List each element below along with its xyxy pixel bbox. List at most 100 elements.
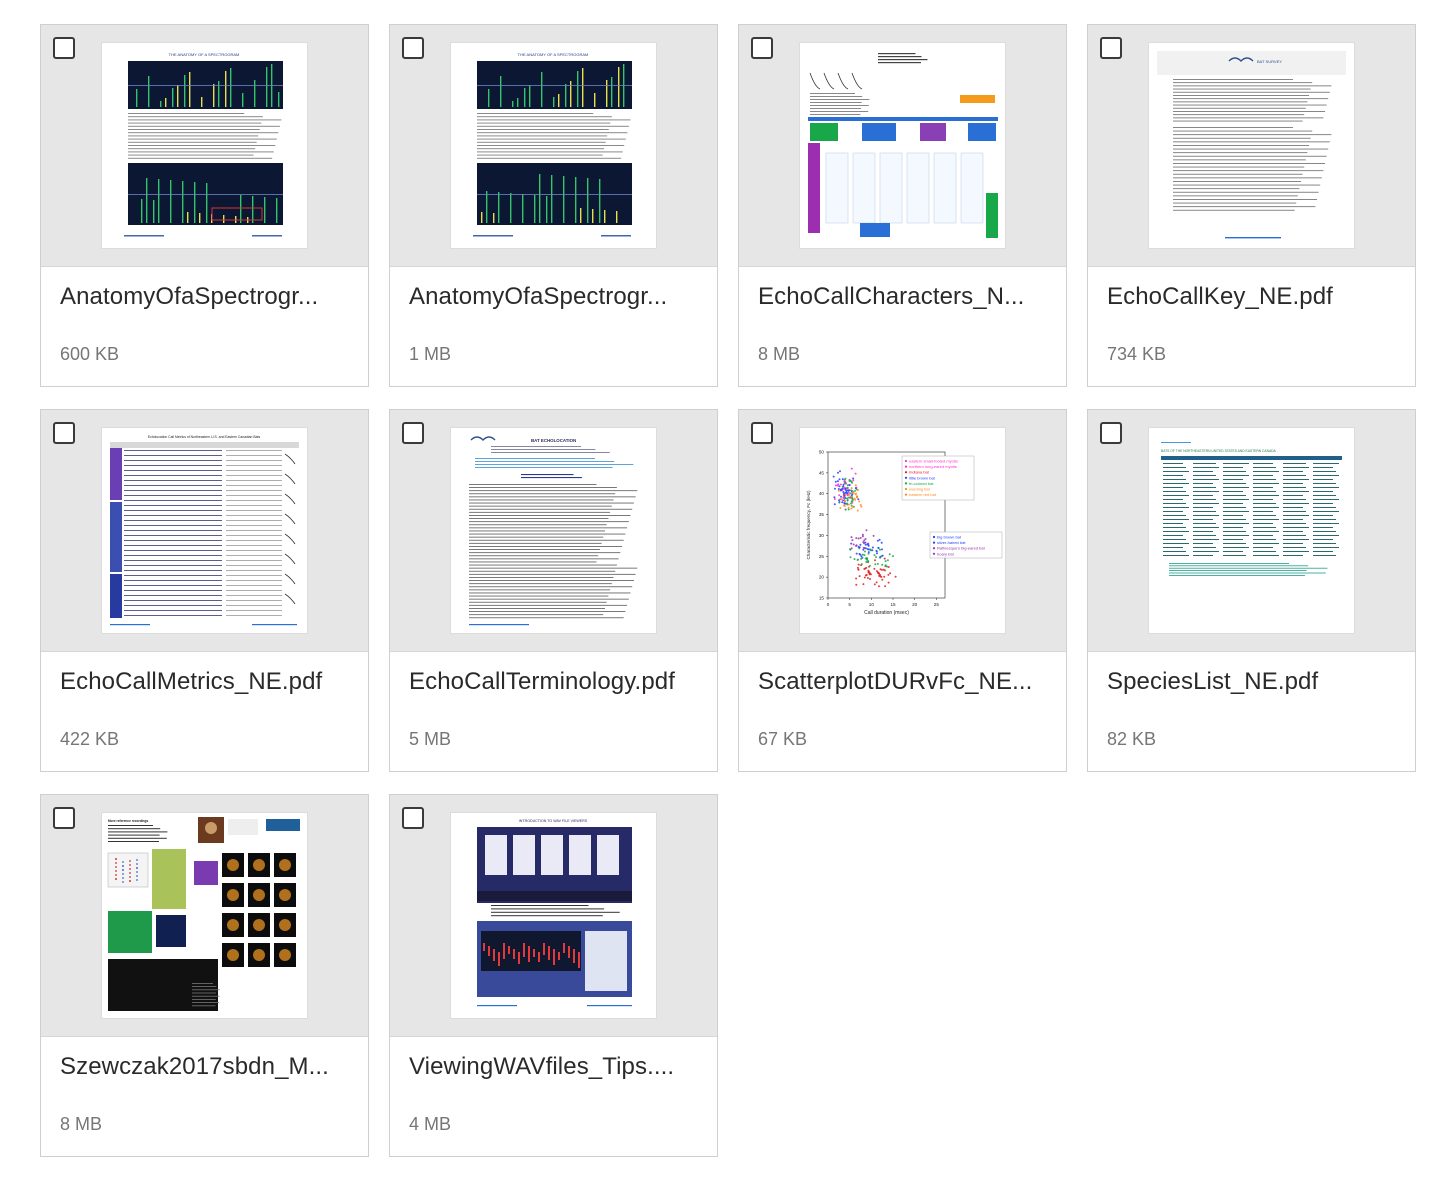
scatter-point xyxy=(843,497,846,500)
svg-text:BAT SURVEY: BAT SURVEY xyxy=(1257,59,1282,64)
select-checkbox[interactable] xyxy=(402,422,424,444)
y-tick-label: 50 xyxy=(819,450,825,455)
scatter-point xyxy=(848,493,851,496)
file-name[interactable]: EchoCallCharacters_N... xyxy=(758,283,1053,311)
scatter-point xyxy=(881,548,883,551)
scatter-point xyxy=(843,504,845,507)
file-preview-area[interactable]: BAT ECHOLOCATION xyxy=(390,410,717,652)
file-name[interactable]: AnatomyOfaSpectrogr... xyxy=(409,283,704,311)
pdf-thumbnail[interactable]: BAT SURVEY xyxy=(1149,43,1354,248)
scatter-point xyxy=(838,478,841,481)
scatter-point xyxy=(859,543,862,546)
scatter-point xyxy=(854,484,857,487)
scatter-point xyxy=(841,487,844,490)
file-name[interactable]: ScatterplotDURvFc_NE... xyxy=(758,668,1053,696)
scatter-point xyxy=(833,498,836,500)
select-checkbox[interactable] xyxy=(1100,422,1122,444)
select-checkbox[interactable] xyxy=(751,422,773,444)
file-size: 67 KB xyxy=(758,729,808,749)
pdf-thumbnail[interactable]: INTRODUCTION TO WAV FILE VIEWERS xyxy=(451,813,656,1018)
file-preview-area[interactable]: Echolocation Call Metrics of Northeaster… xyxy=(41,410,368,652)
legend-entry: eastern small-footed myotis xyxy=(909,459,958,464)
scatter-point xyxy=(875,581,878,584)
select-checkbox[interactable] xyxy=(402,807,424,829)
scatter-point xyxy=(837,489,840,492)
scatter-point xyxy=(880,575,883,578)
file-name[interactable]: Szewczak2017sbdn_M... xyxy=(60,1053,355,1081)
select-checkbox[interactable] xyxy=(53,37,75,59)
scatter-point xyxy=(879,574,882,576)
select-checkbox[interactable] xyxy=(402,37,424,59)
scatter-point xyxy=(888,553,891,556)
scatter-point xyxy=(845,491,848,494)
pdf-thumbnail[interactable]: 15 20 25 30 35 40 45 50 0 5 10 15 20 25 Call duration … xyxy=(800,428,1005,633)
scatter-point xyxy=(855,544,858,547)
scatter-point xyxy=(851,539,854,542)
scatter-point xyxy=(837,488,840,490)
scatter-point xyxy=(849,479,852,482)
y-tick-label: 15 xyxy=(819,596,825,601)
file-preview-area[interactable]: THE ANATOMY OF A SPECTROGRAM xyxy=(390,25,717,267)
file-name[interactable]: EchoCallMetrics_NE.pdf xyxy=(60,668,355,696)
scatter-point xyxy=(840,495,842,498)
file-preview-area[interactable]: INTRODUCTION TO WAV FILE VIEWERS xyxy=(390,795,717,1037)
scatter-point xyxy=(842,491,845,493)
file-card[interactable]: BATS OF THE NORTHEASTERN UNITED STATES A… xyxy=(1087,409,1416,772)
pdf-thumbnail[interactable]: THE ANATOMY OF A SPECTROGRAM xyxy=(102,43,307,248)
scatter-point xyxy=(889,572,892,575)
file-card[interactable]: INTRODUCTION TO WAV FILE VIEWERS ViewingW… xyxy=(389,794,718,1157)
file-name[interactable]: ViewingWAVfiles_Tips.... xyxy=(409,1053,704,1081)
file-preview-area[interactable]: 15 20 25 30 35 40 45 50 0 5 10 15 20 25 Call duration … xyxy=(739,410,1066,652)
scatter-point xyxy=(860,505,863,508)
file-preview-area[interactable]: BATS OF THE NORTHEASTERN UNITED STATES A… xyxy=(1088,410,1415,652)
scatter-point xyxy=(852,479,855,482)
file-name[interactable]: SpeciesList_NE.pdf xyxy=(1107,668,1402,696)
scatter-point xyxy=(867,542,870,545)
file-preview-area[interactable] xyxy=(739,25,1066,267)
file-name[interactable]: EchoCallKey_NE.pdf xyxy=(1107,283,1402,311)
file-preview-area[interactable]: THE ANATOMY OF A SPECTROGRAM xyxy=(41,25,368,267)
scatter-point xyxy=(850,542,853,545)
x-tick-label: 15 xyxy=(890,602,896,607)
pdf-thumbnail[interactable]: BAT ECHOLOCATION xyxy=(451,428,656,633)
pdf-thumbnail[interactable]: BATS OF THE NORTHEASTERN UNITED STATES A… xyxy=(1149,428,1354,633)
svg-text:THE ANATOMY OF A SPECTROGRAM: THE ANATOMY OF A SPECTROGRAM xyxy=(169,52,240,57)
scatter-point xyxy=(872,534,875,537)
file-card[interactable]: EchoCallCharacters_N... 8 MB xyxy=(738,24,1067,387)
scatter-point xyxy=(865,566,868,569)
file-preview-area[interactable]: BAT SURVEY xyxy=(1088,25,1415,267)
scatter-point xyxy=(855,577,858,580)
x-tick-label: 20 xyxy=(912,602,918,607)
scatter-point xyxy=(851,481,854,484)
file-size: 82 KB xyxy=(1107,729,1157,749)
y-tick-label: 25 xyxy=(819,554,825,559)
file-card[interactable]: THE ANATOMY OF A SPECTROGRAM AnatomyOfaSp… xyxy=(389,24,718,387)
scatter-point xyxy=(858,500,861,503)
select-checkbox[interactable] xyxy=(1100,37,1122,59)
scatter-point xyxy=(855,537,858,540)
file-preview-area[interactable]: More reference recordings xyxy=(41,795,368,1037)
scatter-point xyxy=(873,583,876,586)
scatter-point xyxy=(836,480,839,483)
pdf-thumbnail[interactable]: More reference recordings xyxy=(102,813,307,1018)
select-checkbox[interactable] xyxy=(751,37,773,59)
file-card[interactable]: BAT ECHOLOCATION EchoCallTerminology.pdf 5… xyxy=(389,409,718,772)
scatter-point xyxy=(854,493,857,496)
pdf-thumbnail[interactable]: THE ANATOMY OF A SPECTROGRAM xyxy=(451,43,656,248)
scatter-point xyxy=(839,470,841,473)
file-card[interactable]: More reference recordings Szewczak2017sbd… xyxy=(40,794,369,1157)
file-card[interactable]: THE ANATOMY OF A SPECTROGRAM AnatomyOfaSp… xyxy=(40,24,369,387)
file-card[interactable]: BAT SURVEY EchoCallKey_NE.pdf 734 KB xyxy=(1087,24,1416,387)
file-name[interactable]: EchoCallTerminology.pdf xyxy=(409,668,704,696)
svg-text:BAT ECHOLOCATION: BAT ECHOLOCATION xyxy=(531,438,576,443)
pdf-thumbnail[interactable]: Echolocation Call Metrics of Northeaster… xyxy=(102,428,307,633)
scatter-point xyxy=(854,498,857,501)
select-checkbox[interactable] xyxy=(53,422,75,444)
file-card[interactable]: Echolocation Call Metrics of Northeaster… xyxy=(40,409,369,772)
select-checkbox[interactable] xyxy=(53,807,75,829)
file-card[interactable]: 15 20 25 30 35 40 45 50 0 5 10 15 20 25 Call duration … xyxy=(738,409,1067,772)
pdf-thumbnail[interactable] xyxy=(800,43,1005,248)
scatter-point xyxy=(857,537,860,540)
scatter-point xyxy=(854,472,857,475)
file-name[interactable]: AnatomyOfaSpectrogr... xyxy=(60,283,355,311)
